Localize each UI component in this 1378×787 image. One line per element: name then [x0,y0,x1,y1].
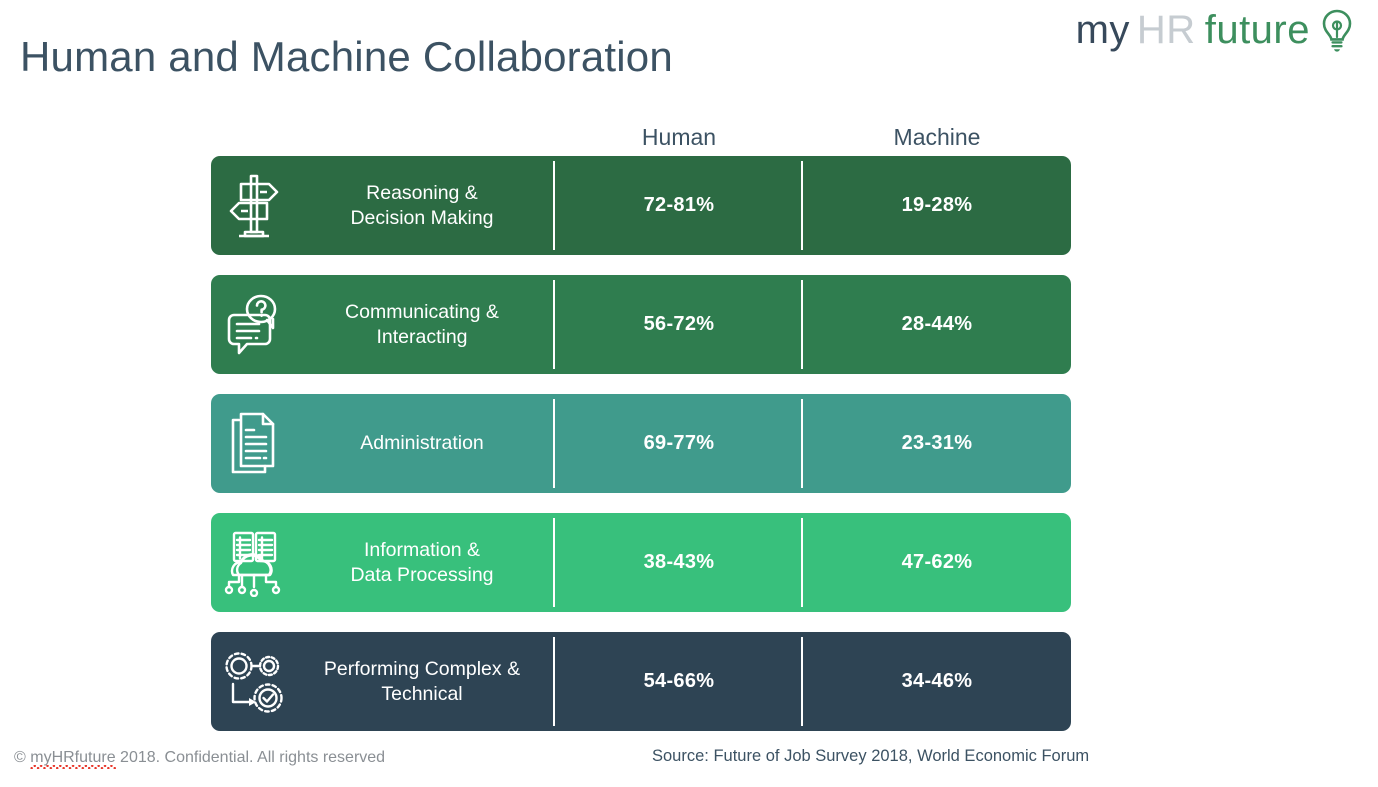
table-row: Administration 69-77% 23-31% [211,394,1071,493]
row-label-cell: Communicating & Interacting [211,275,555,374]
source-citation: Source: Future of Job Survey 2018, World… [652,747,1090,765]
row-label-cell: Information & Data Processing [211,513,555,612]
row-label-cell: Reasoning & Decision Making [211,156,555,255]
table-column-headers: Human Machine [211,110,1071,155]
page-title: Human and Machine Collaboration [20,33,673,80]
copyright-symbol: © [14,749,31,766]
table-row: Performing Complex & Technical 54-66% 34… [211,632,1071,731]
table-row: Information & Data Processing 38-43% 47-… [211,513,1071,612]
row-value-machine: 47-62% [901,551,973,573]
row-label: Reasoning & Decision Making [350,181,494,229]
server-cloud-icon [211,529,297,597]
row-label-cell: Administration [211,394,555,493]
row-value-human: 72-81% [555,156,803,255]
row-value-machine: 19-28% [901,194,973,216]
row-label: Information & Data Processing [350,538,494,586]
copyright-text: 2018. Confidential. All rights reserved [115,749,386,766]
table-rows: Reasoning & Decision Making 72-81% 19-28… [211,156,1071,731]
lightbulb-icon [1318,8,1356,52]
row-value-machine: 34-46% [901,670,973,692]
row-value-machine: 28-44% [901,313,973,335]
documents-icon [211,410,297,478]
row-label-cell: Performing Complex & Technical [211,632,555,731]
row-label: Communicating & Interacting [345,300,499,348]
table-row: Reasoning & Decision Making 72-81% 19-28… [211,156,1071,255]
speech-bubbles-question-icon [211,292,297,358]
table-row: Communicating & Interacting 56-72% 28-44… [211,275,1071,374]
row-label: Performing Complex & Technical [323,657,521,705]
logo-text-hr: HR [1136,8,1196,52]
row-value-human: 54-66% [555,632,803,731]
signpost-icon [211,172,297,240]
copyright-notice: © myHRfuture 2018. Confidential. All rig… [14,749,386,769]
logo-text-future: future [1204,8,1310,52]
row-value-machine: 23-31% [901,432,973,454]
myhrfuture-logo: my HR future [1076,8,1356,52]
row-value-human: 56-72% [555,275,803,374]
column-header-human: Human [641,124,717,150]
column-header-machine: Machine [893,124,981,150]
row-value-human: 38-43% [555,513,803,612]
gears-workflow-icon [211,649,297,715]
row-value-human: 69-77% [555,394,803,493]
collaboration-table: Human Machine Reasoning & Decision Makin… [211,110,1071,731]
row-label: Administration [360,432,484,455]
copyright-brand: myHRfuture [30,749,116,769]
logo-text-my: my [1075,8,1130,52]
